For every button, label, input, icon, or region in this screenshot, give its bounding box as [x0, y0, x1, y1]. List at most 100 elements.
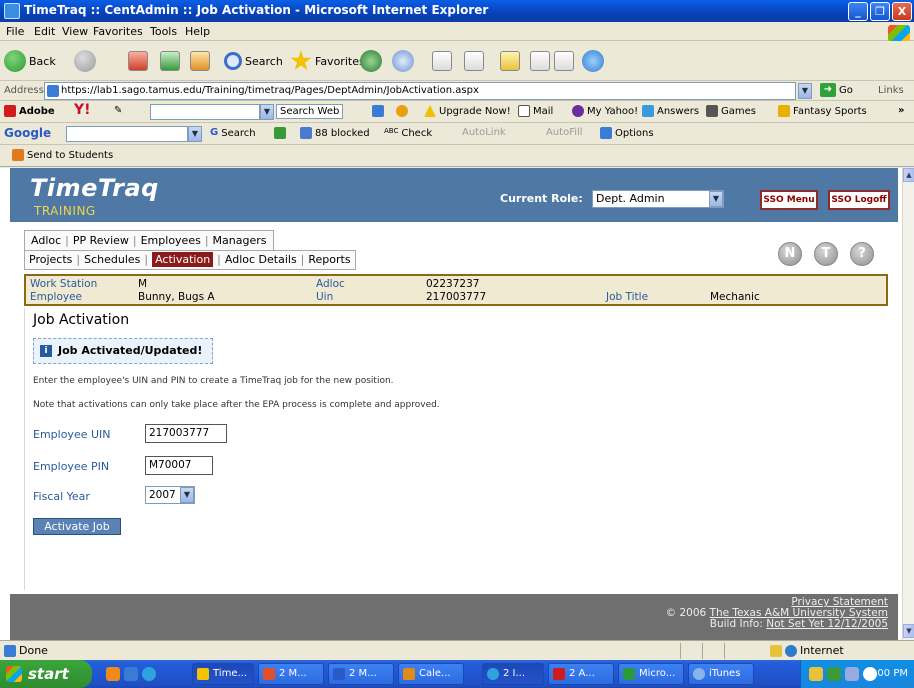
yahoo-protect-icon[interactable] — [396, 105, 411, 117]
sso-logoff-button[interactable]: SSO Logoff — [828, 190, 890, 210]
yahoo-search-input[interactable] — [150, 104, 260, 120]
answers-button[interactable]: Answers — [642, 105, 699, 117]
forward-button[interactable] — [74, 48, 99, 74]
nav-projects[interactable]: Projects — [29, 253, 72, 266]
nav-pp-review[interactable]: PP Review — [73, 234, 129, 247]
menu-favorites[interactable]: Favorites — [93, 25, 143, 38]
my-yahoo-label: My Yahoo! — [587, 105, 639, 117]
nav-managers[interactable]: Managers — [213, 234, 267, 247]
folder-button[interactable] — [500, 48, 520, 74]
nav-adloc[interactable]: Adloc — [31, 234, 61, 247]
stop-button[interactable] — [128, 48, 148, 74]
quicklaunch-icon[interactable] — [124, 667, 138, 681]
start-button[interactable]: start — [0, 660, 92, 688]
adobe-button[interactable]: Adobe — [4, 105, 55, 117]
employee-uin-input[interactable]: 217003777 — [145, 424, 227, 443]
my-yahoo-button[interactable]: My Yahoo! — [572, 105, 638, 117]
activate-job-button[interactable]: Activate Job — [33, 518, 121, 535]
google-options-button[interactable]: Options — [600, 127, 654, 139]
address-input[interactable]: https://lab1.sago.tamus.edu/Training/tim… — [44, 82, 796, 100]
upgrade-now-button[interactable]: Upgrade Now! — [424, 105, 511, 117]
menu-view[interactable]: View — [62, 25, 88, 38]
tray-icon[interactable] — [809, 667, 823, 681]
fantasy-sports-button[interactable]: Fantasy Sports — [778, 105, 867, 117]
menu-file[interactable]: File — [6, 25, 24, 38]
people-button[interactable] — [582, 48, 607, 74]
print-button[interactable] — [464, 48, 484, 74]
sso-menu-button[interactable]: SSO Menu — [760, 190, 818, 210]
quicklaunch-icon[interactable] — [106, 667, 120, 681]
google-search-input[interactable] — [66, 126, 188, 142]
media-button[interactable] — [360, 48, 385, 74]
task-itunes[interactable]: iTunes — [688, 663, 754, 685]
nav-activation[interactable]: Activation — [152, 252, 214, 267]
go-label: Go — [839, 84, 853, 96]
games-button[interactable]: Games — [706, 105, 756, 117]
google-search-button[interactable]: G Search — [210, 127, 256, 139]
tray-icon[interactable] — [845, 667, 859, 681]
yahoo-logo[interactable]: Y! — [74, 102, 91, 118]
quicklaunch-ie-icon[interactable] — [142, 667, 156, 681]
restore-button[interactable]: ❐ — [870, 2, 890, 21]
google-search-dropdown-icon[interactable]: ▼ — [188, 126, 202, 142]
build-value: Not Set Yet 12/12/2005 — [766, 618, 888, 630]
pagerank-icon[interactable] — [274, 127, 289, 139]
search-web-button[interactable]: Search Web — [276, 104, 344, 119]
task-outlook[interactable]: 2 M... — [258, 663, 324, 685]
menu-edit[interactable]: Edit — [34, 25, 55, 38]
mail-icon — [432, 51, 452, 71]
task-timetraq[interactable]: Time... — [192, 663, 254, 685]
employee-pin-input[interactable]: M70007 — [145, 456, 213, 475]
help-icon[interactable]: ? — [850, 242, 874, 266]
task-acrobat[interactable]: 2 A... — [548, 663, 614, 685]
nav-adloc-details[interactable]: Adloc Details — [225, 253, 297, 266]
windows-flag-icon — [6, 666, 22, 682]
menu-help[interactable]: Help — [185, 25, 210, 38]
forward-arrow-icon — [74, 50, 96, 72]
task-label: Micro... — [639, 668, 676, 679]
mail-button[interactable] — [432, 48, 452, 74]
yahoo-mail-button[interactable]: Mail — [518, 105, 553, 117]
minimize-button[interactable]: _ — [848, 2, 868, 21]
close-button[interactable]: X — [892, 2, 912, 21]
pencil-icon[interactable]: ✎ — [114, 105, 122, 116]
yahoo-search-dropdown-icon[interactable]: ▼ — [260, 104, 274, 120]
task-ie[interactable]: 2 I... — [482, 663, 544, 685]
nav-reports[interactable]: Reports — [308, 253, 350, 266]
links-label[interactable]: Links — [878, 85, 904, 96]
news-icon[interactable]: N — [778, 242, 802, 266]
go-button[interactable]: ➜ Go — [820, 83, 853, 97]
scroll-down-icon[interactable]: ▼ — [903, 624, 914, 638]
popup-blocked-button[interactable]: 88 blocked — [300, 127, 370, 139]
history-button[interactable] — [392, 48, 417, 74]
autofill-button[interactable]: AutoFill — [546, 127, 583, 138]
refresh-button[interactable] — [160, 48, 180, 74]
task-microsoft[interactable]: Micro... — [618, 663, 684, 685]
google-logo[interactable]: Google — [4, 126, 51, 140]
spellcheck-button[interactable]: ABC Check — [384, 127, 432, 139]
print-icon — [464, 51, 484, 71]
training-icon[interactable]: T — [814, 242, 838, 266]
back-button[interactable]: Back — [4, 48, 56, 74]
yahoo-highlight-icon[interactable] — [372, 105, 387, 117]
timetraq-logo[interactable]: TimeTraq — [30, 174, 159, 202]
vertical-scrollbar[interactable]: ▲ ▼ — [902, 168, 914, 640]
task-word[interactable]: 2 M... — [328, 663, 394, 685]
tray-icon[interactable] — [827, 667, 841, 681]
search-button[interactable]: Search — [224, 48, 283, 74]
nav-schedules[interactable]: Schedules — [84, 253, 140, 266]
address-dropdown-icon[interactable]: ▼ — [798, 83, 812, 99]
scroll-up-icon[interactable]: ▲ — [903, 168, 914, 182]
menu-tools[interactable]: Tools — [150, 25, 177, 38]
send-to-students-link[interactable]: Send to Students — [12, 149, 113, 161]
task-calendar[interactable]: Cale... — [398, 663, 464, 685]
autolink-button[interactable]: AutoLink — [462, 127, 506, 138]
home-button[interactable] — [190, 48, 210, 74]
nav-employees[interactable]: Employees — [141, 234, 201, 247]
messenger-button[interactable] — [530, 48, 550, 74]
fiscal-year-select[interactable]: 2007 ▼ — [145, 486, 195, 504]
yahoo-more-button[interactable]: » — [898, 105, 904, 116]
favorites-button[interactable]: Favorites — [290, 48, 365, 74]
current-role-select[interactable]: Dept. Admin ▼ — [592, 190, 724, 208]
research-button[interactable] — [554, 48, 574, 74]
